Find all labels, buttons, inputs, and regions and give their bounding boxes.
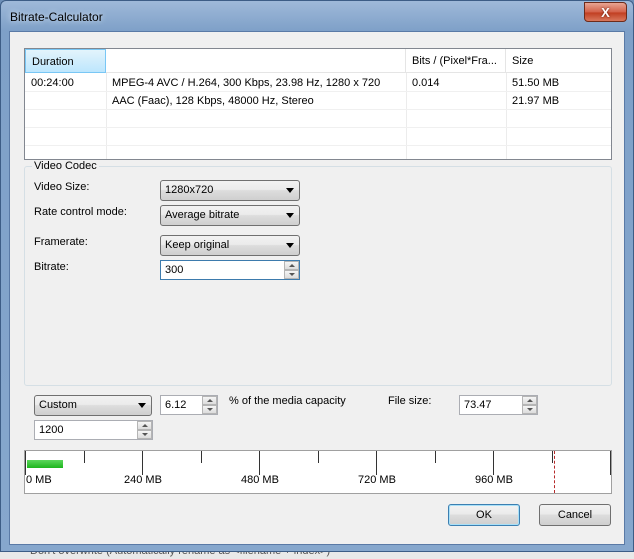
percent-label: % of the media capacity [229, 395, 346, 407]
video-codec-group: Video Codec Video Size: 1280x720 Rate co… [24, 160, 612, 386]
file-size-bar [27, 460, 63, 468]
percent-spinner [202, 396, 217, 414]
ruler-minor-tick [317, 451, 319, 463]
ruler-major-tick [25, 451, 26, 475]
ruler-tick-label: 0 MB [26, 474, 52, 486]
spin-up-icon[interactable] [137, 421, 152, 430]
column-header-duration[interactable]: Duration [25, 49, 106, 73]
cell-description: AAC (Faac), 128 Kbps, 48000 Hz, Stereo [112, 95, 314, 107]
spin-up-icon[interactable] [522, 396, 537, 405]
table-header: Duration Bits / (Pixel*Fra... Size [25, 49, 611, 73]
rate-control-value: Average bitrate [165, 209, 240, 221]
file-size-label: File size: [388, 395, 432, 407]
spin-down-icon[interactable] [202, 405, 217, 414]
bitrate-value: 300 [165, 264, 184, 276]
bitrate-label: Bitrate: [34, 261, 69, 273]
rate-control-label: Rate control mode: [34, 206, 127, 218]
spin-down-icon[interactable] [284, 270, 299, 279]
bitrate-calculator-window: Bitrate-Calculator X Duration Bits / (Pi… [0, 0, 634, 552]
capacity-spinner [137, 421, 152, 439]
cell-size: 21.97 MB [512, 95, 560, 107]
chevron-down-icon [286, 243, 294, 248]
ruler-tick-label: 960 MB [475, 474, 513, 486]
close-button[interactable]: X [584, 2, 627, 22]
spin-up-icon[interactable] [284, 261, 299, 270]
cell-duration [25, 92, 106, 110]
spin-up-icon[interactable] [202, 396, 217, 405]
cell-duration: 00:24:00 [31, 77, 74, 89]
ruler-minor-tick [551, 451, 553, 463]
video-size-select[interactable]: 1280x720 [160, 180, 300, 201]
dialog-client-area: Duration Bits / (Pixel*Fra... Size 00:24… [9, 31, 625, 545]
video-size-label: Video Size: [34, 181, 90, 193]
column-header-bits[interactable]: Bits / (Pixel*Fra... [406, 49, 506, 73]
capacity-limit-marker [554, 451, 556, 493]
ruler-tick-label: 720 MB [358, 474, 396, 486]
cell-bits [406, 92, 506, 110]
cancel-button[interactable]: Cancel [539, 504, 611, 526]
chevron-down-icon [138, 403, 146, 408]
ruler-major-tick [142, 451, 143, 475]
stream-table[interactable]: Duration Bits / (Pixel*Fra... Size 00:24… [24, 48, 612, 160]
table-row[interactable]: AAC (Faac), 128 Kbps, 48000 Hz, Stereo 2… [25, 92, 611, 110]
percent-value: 6.12 [165, 399, 187, 411]
capacity-input[interactable]: 1200 [34, 420, 153, 440]
ruler-tick-label: 480 MB [241, 474, 279, 486]
rate-control-select[interactable]: Average bitrate [160, 205, 300, 226]
window-title: Bitrate-Calculator [10, 10, 103, 24]
cell-bits: 0.014 [412, 77, 440, 89]
framerate-label: Framerate: [34, 236, 88, 248]
column-header-size[interactable]: Size [506, 49, 613, 73]
bitrate-input[interactable]: 300 [160, 260, 300, 280]
media-preset-value: Custom [39, 399, 77, 411]
framerate-value: Keep original [165, 239, 230, 251]
chevron-down-icon [286, 213, 294, 218]
ruler-minor-tick [83, 451, 85, 463]
ruler-major-tick [376, 451, 377, 475]
file-size-spinner [522, 396, 537, 414]
ruler-minor-tick [434, 451, 436, 463]
file-size-value: 73.47 [464, 399, 492, 411]
table-row-empty [25, 128, 611, 146]
group-legend: Video Codec [32, 160, 99, 172]
cell-description: MPEG-4 AVC / H.264, 300 Kbps, 23.98 Hz, … [112, 77, 381, 89]
spin-down-icon[interactable] [522, 405, 537, 414]
column-header-description[interactable] [106, 49, 406, 73]
ruler-minor-tick [200, 451, 202, 463]
bitrate-spinner [284, 261, 299, 279]
percent-input[interactable]: 6.12 [160, 395, 218, 415]
ok-button[interactable]: OK [448, 504, 520, 526]
spin-down-icon[interactable] [137, 430, 152, 439]
title-bar[interactable]: Bitrate-Calculator X [1, 1, 633, 31]
video-size-value: 1280x720 [165, 184, 214, 196]
chevron-down-icon [286, 188, 294, 193]
media-preset-select[interactable]: Custom [34, 395, 152, 416]
ruler-tick-label: 240 MB [124, 474, 162, 486]
ruler-major-tick [610, 451, 611, 475]
cell-size: 51.50 MB [512, 77, 560, 89]
framerate-select[interactable]: Keep original [160, 235, 300, 256]
capacity-ruler: 0 MB 240 MB 480 MB 720 MB 960 MB [24, 450, 612, 494]
capacity-value: 1200 [39, 424, 64, 436]
ruler-major-tick [259, 451, 260, 475]
table-row[interactable]: 00:24:00 MPEG-4 AVC / H.264, 300 Kbps, 2… [25, 74, 611, 92]
table-row-empty [25, 110, 611, 128]
close-icon: X [601, 4, 610, 20]
ruler-major-tick [493, 451, 494, 475]
file-size-input[interactable]: 73.47 [459, 395, 538, 415]
